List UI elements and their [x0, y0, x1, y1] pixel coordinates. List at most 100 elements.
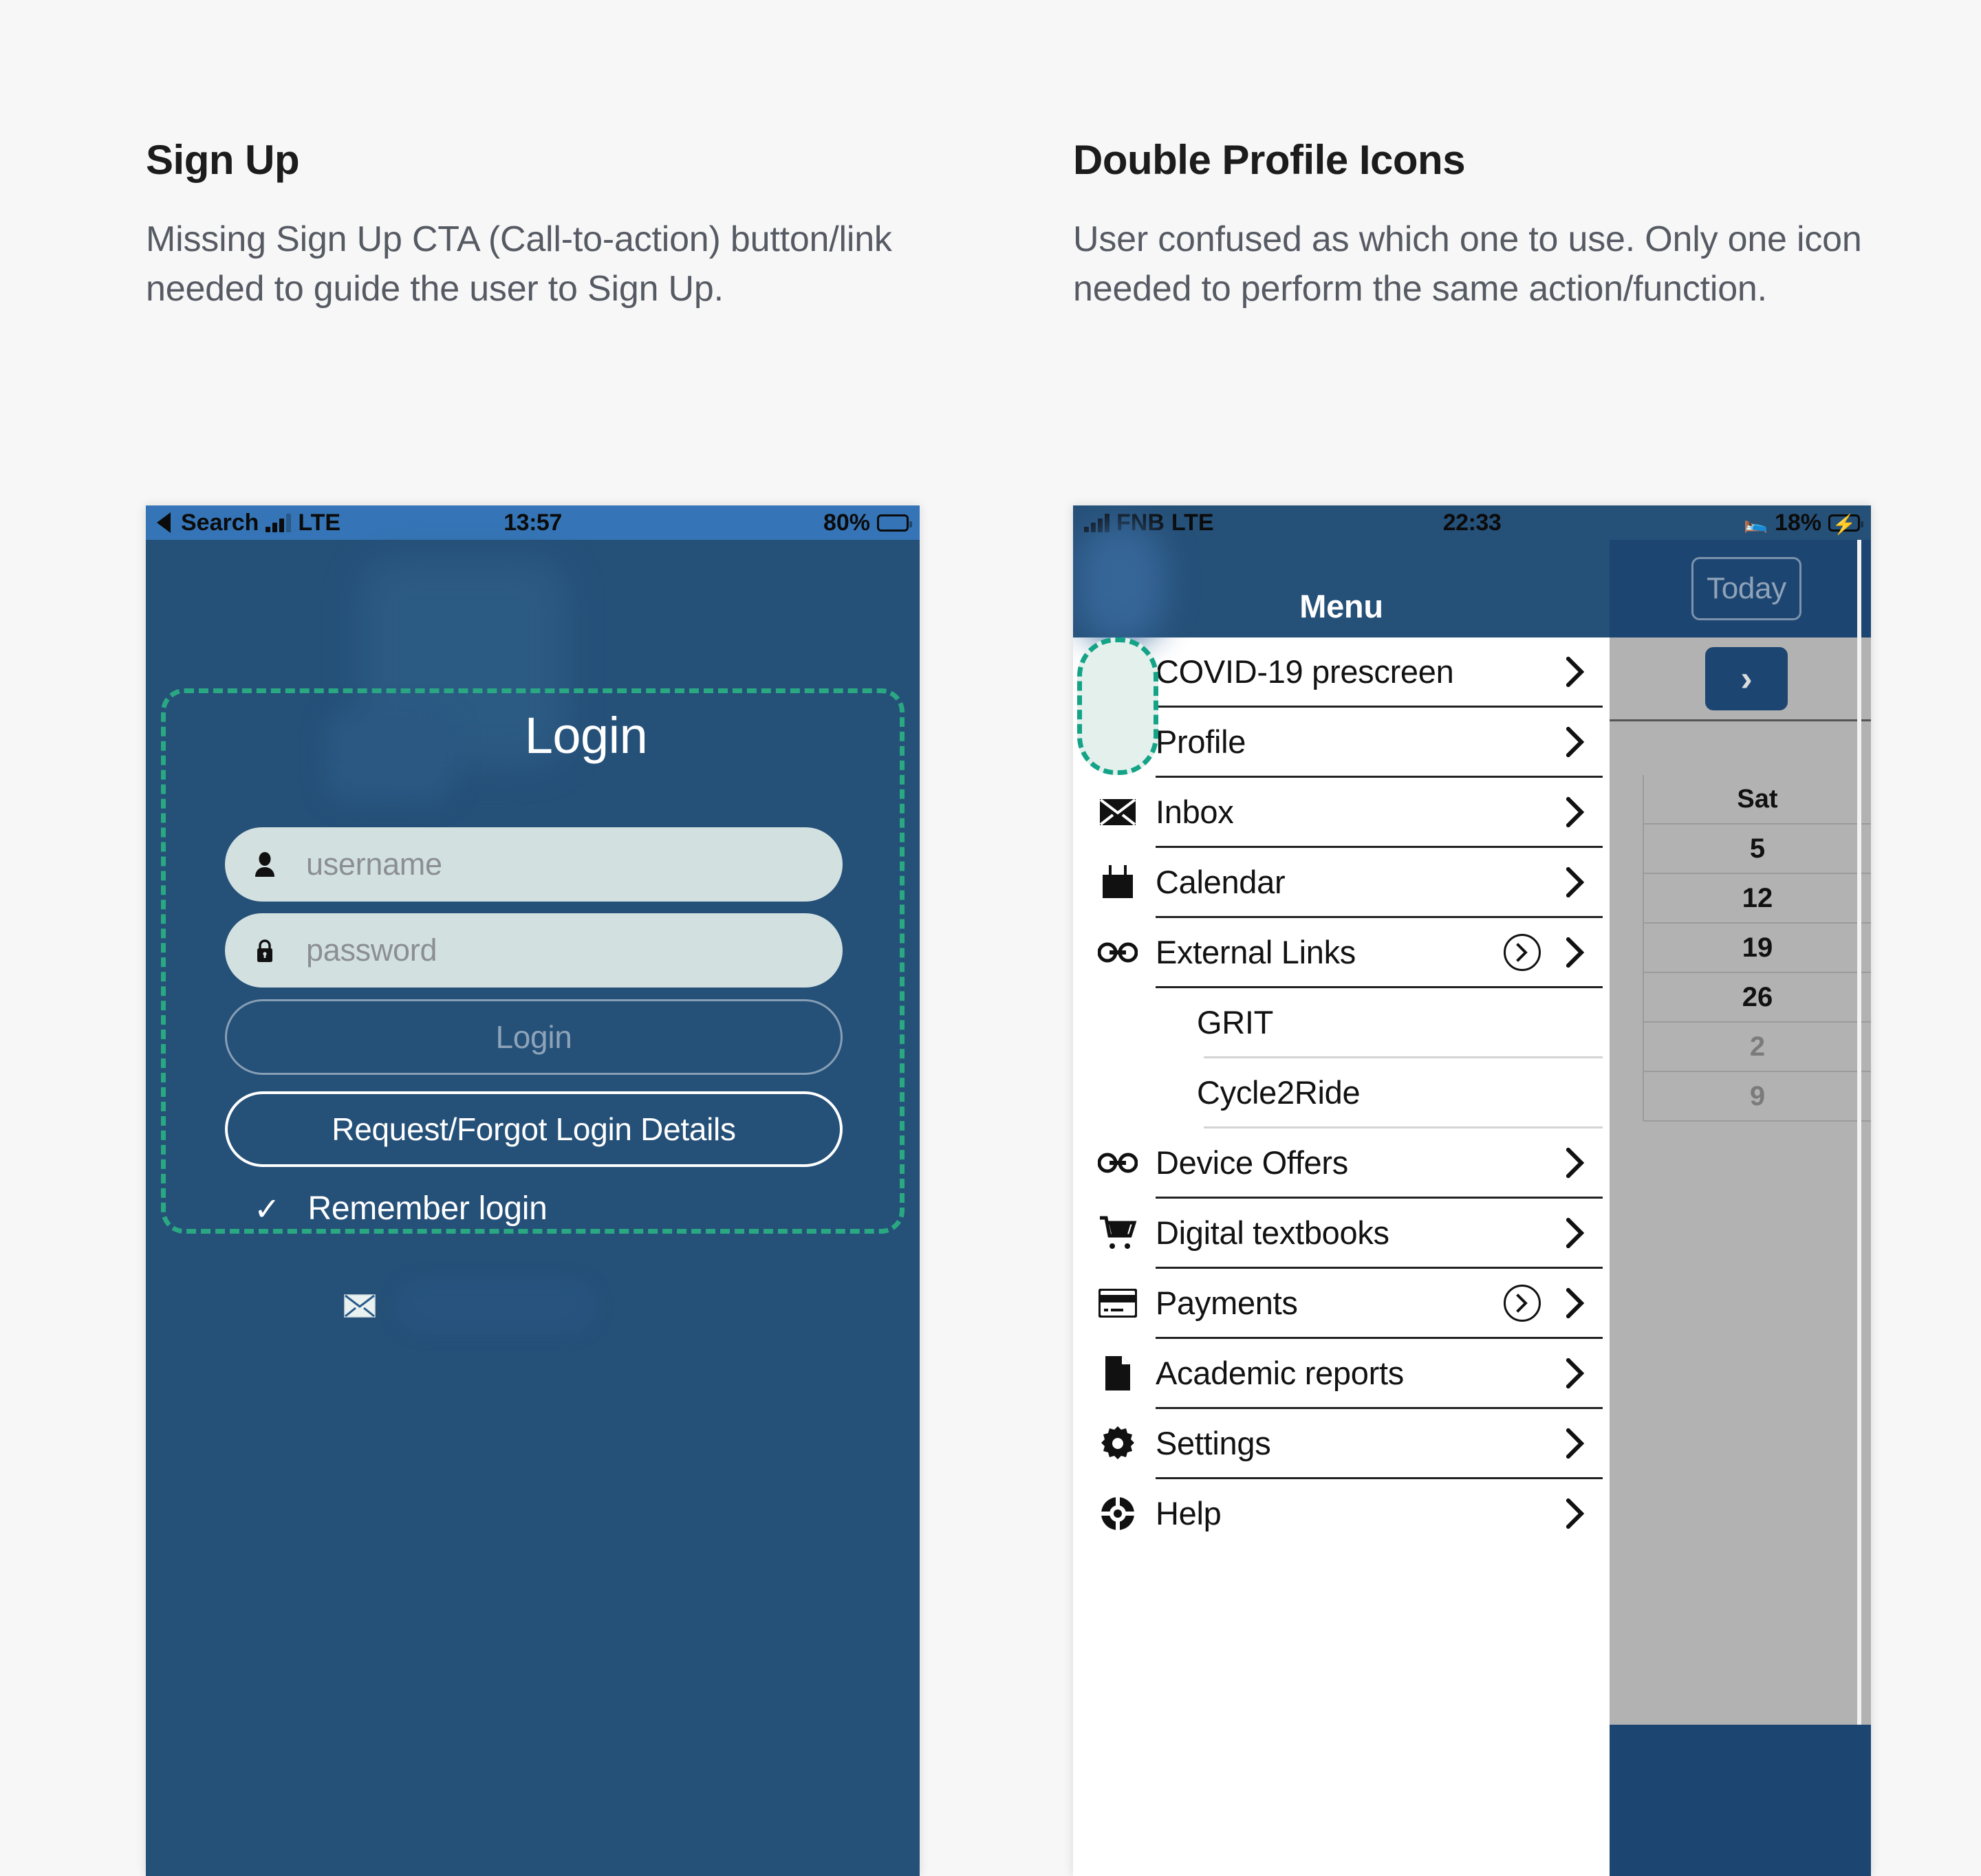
menu-item-label: COVID-19 prescreen	[1156, 653, 1454, 690]
status-bar-clock: 22:33	[1442, 509, 1502, 536]
menu-item-help[interactable]: Help	[1073, 1479, 1610, 1547]
login-button-label: Login	[495, 1019, 572, 1055]
username-placeholder: username	[306, 847, 442, 882]
strip-edge-divider	[1857, 540, 1861, 1876]
menu-item-label: Digital textbooks	[1156, 1214, 1389, 1251]
menu-item-label: External Links	[1156, 934, 1356, 970]
menu-item-label: Settings	[1156, 1425, 1271, 1461]
menu-item-label: Help	[1156, 1495, 1222, 1531]
chevron-right-icon	[1556, 656, 1594, 687]
menu-item-device-offers[interactable]: Device Offers	[1073, 1128, 1610, 1197]
calendar-date-cell[interactable]: 12	[1643, 874, 1871, 924]
chevron-right-icon	[1556, 1287, 1594, 1318]
remember-login-checkbox[interactable]: ✓ Remember login	[225, 1190, 843, 1228]
calendar-date-cell[interactable]: 2	[1643, 1023, 1871, 1072]
annotation-block-double-profile-icons: Double Profile Icons User confused as wh…	[1073, 138, 1885, 314]
blurred-email-address	[397, 1279, 596, 1333]
blurred-avatar-image	[1076, 521, 1165, 644]
menu-subitem-grit[interactable]: GRIT	[1073, 988, 1610, 1056]
chevron-right-icon	[1556, 1357, 1594, 1388]
menu-item-label: Academic reports	[1156, 1355, 1404, 1391]
username-input[interactable]: username	[225, 827, 843, 902]
next-button-label: ›	[1740, 658, 1753, 699]
calendar-nav-row: ›	[1610, 637, 1871, 721]
support-email-row[interactable]	[342, 1279, 596, 1333]
remember-login-label: Remember login	[307, 1190, 548, 1227]
menu-list-column: Menu COVID-19 prescreen Profile Inbox Ca…	[1073, 521, 1610, 1876]
menu-item-label: GRIT	[1197, 1004, 1274, 1040]
annotation-title: Double Profile Icons	[1073, 137, 1466, 183]
calendar-top-bar: Today	[1610, 540, 1871, 637]
chevron-right-icon	[1556, 796, 1594, 827]
cart-icon	[1080, 1216, 1156, 1250]
checkmark-icon: ✓	[254, 1190, 281, 1227]
menu-item-academic-reports[interactable]: Academic reports	[1073, 1339, 1610, 1407]
document-icon	[1080, 1355, 1156, 1391]
chevron-right-icon	[1556, 937, 1594, 968]
calendar-spacer	[1610, 721, 1871, 775]
envelope-icon	[1080, 798, 1156, 826]
menu-list: COVID-19 prescreen Profile Inbox Calenda…	[1073, 637, 1610, 1547]
annotation-title: Sign Up	[146, 137, 300, 183]
link-icon	[1080, 942, 1156, 963]
status-bar-clock: 13:57	[504, 509, 562, 536]
login-button[interactable]: Login	[225, 999, 843, 1075]
menu-item-label: Profile	[1156, 723, 1246, 760]
calendar-date-cell[interactable]: 26	[1643, 973, 1871, 1023]
password-input[interactable]: password	[225, 913, 843, 988]
menu-item-digital-textbooks[interactable]: Digital textbooks	[1073, 1199, 1610, 1267]
today-button[interactable]: Today	[1691, 557, 1801, 620]
annotated-ux-review-page: Sign Up Missing Sign Up CTA (Call-to-act…	[0, 0, 1981, 1876]
calendar-date-cell[interactable]: 5	[1643, 825, 1871, 874]
link-icon	[1080, 1153, 1156, 1173]
lock-icon	[252, 935, 277, 966]
menu-content-area: Menu COVID-19 prescreen Profile Inbox Ca…	[1073, 521, 1871, 1876]
page-title: Menu	[1299, 588, 1383, 624]
status-bar: FNB LTE 22:33 🛌 18% ⚡	[1073, 505, 1871, 540]
menu-item-profile[interactable]: Profile	[1073, 708, 1610, 776]
chevron-right-icon	[1556, 1498, 1594, 1529]
today-button-label: Today	[1707, 571, 1786, 605]
menu-item-settings[interactable]: Settings	[1073, 1409, 1610, 1477]
menu-item-payments[interactable]: Payments	[1073, 1269, 1610, 1337]
login-screen-screenshot: Search LTE 13:57 80% Login username pass…	[146, 505, 920, 1876]
lifebuoy-icon	[1080, 1495, 1156, 1531]
password-placeholder: password	[306, 932, 437, 968]
menu-item-calendar[interactable]: Calendar	[1073, 848, 1610, 916]
chevron-right-icon	[1556, 866, 1594, 897]
menu-screen-screenshot: FNB LTE 22:33 🛌 18% ⚡ Menu COVID-19 pres…	[1073, 505, 1871, 1876]
card-icon	[1080, 1288, 1156, 1318]
calendar-bottom-bar	[1610, 1725, 1871, 1876]
envelope-icon	[342, 1292, 378, 1320]
menu-item-label: Cycle2Ride	[1197, 1074, 1361, 1111]
expand-circle-chevron-icon[interactable]	[1504, 1284, 1541, 1322]
menu-item-external-links[interactable]: External Links	[1073, 918, 1610, 986]
calendar-day-header: Sat	[1643, 775, 1871, 825]
person-icon	[1080, 653, 1156, 690]
menu-item-inbox[interactable]: Inbox	[1073, 778, 1610, 846]
status-bar: Search LTE 13:57 80%	[146, 505, 920, 540]
menu-item-label: Inbox	[1156, 794, 1234, 830]
next-month-button[interactable]: ›	[1705, 646, 1788, 710]
annotation-body: User confused as which one to use. Only …	[1073, 219, 1862, 309]
annotation-body: Missing Sign Up CTA (Call-to-action) but…	[146, 219, 892, 309]
battery-charging-icon: ⚡	[1828, 514, 1863, 535]
calendar-icon	[1080, 864, 1156, 899]
menu-subitem-cycle2ride[interactable]: Cycle2Ride	[1073, 1058, 1610, 1126]
person-icon	[1080, 723, 1156, 761]
forgot-button-label: Request/Forgot Login Details	[332, 1111, 736, 1147]
menu-header: Menu	[1073, 521, 1610, 644]
login-header: Login	[161, 699, 905, 803]
chevron-right-icon	[1556, 726, 1594, 757]
menu-item-covid-prescreen[interactable]: COVID-19 prescreen	[1073, 637, 1610, 706]
expand-circle-chevron-icon[interactable]	[1504, 933, 1541, 971]
calendar-date-cell[interactable]: 9	[1643, 1072, 1871, 1122]
calendar-date-cell[interactable]: 19	[1643, 924, 1871, 973]
annotation-block-sign-up: Sign Up Missing Sign Up CTA (Call-to-act…	[146, 138, 957, 314]
page-title: Login	[524, 707, 648, 764]
login-form-area: Login username password Login Request/Fo…	[146, 540, 920, 1876]
chevron-right-icon	[1556, 1217, 1594, 1248]
request-forgot-login-details-button[interactable]: Request/Forgot Login Details	[225, 1091, 843, 1167]
chevron-right-icon	[1556, 1147, 1594, 1178]
calendar-strip: Today › Sat 5 12 19 26 2 9	[1610, 540, 1871, 1876]
